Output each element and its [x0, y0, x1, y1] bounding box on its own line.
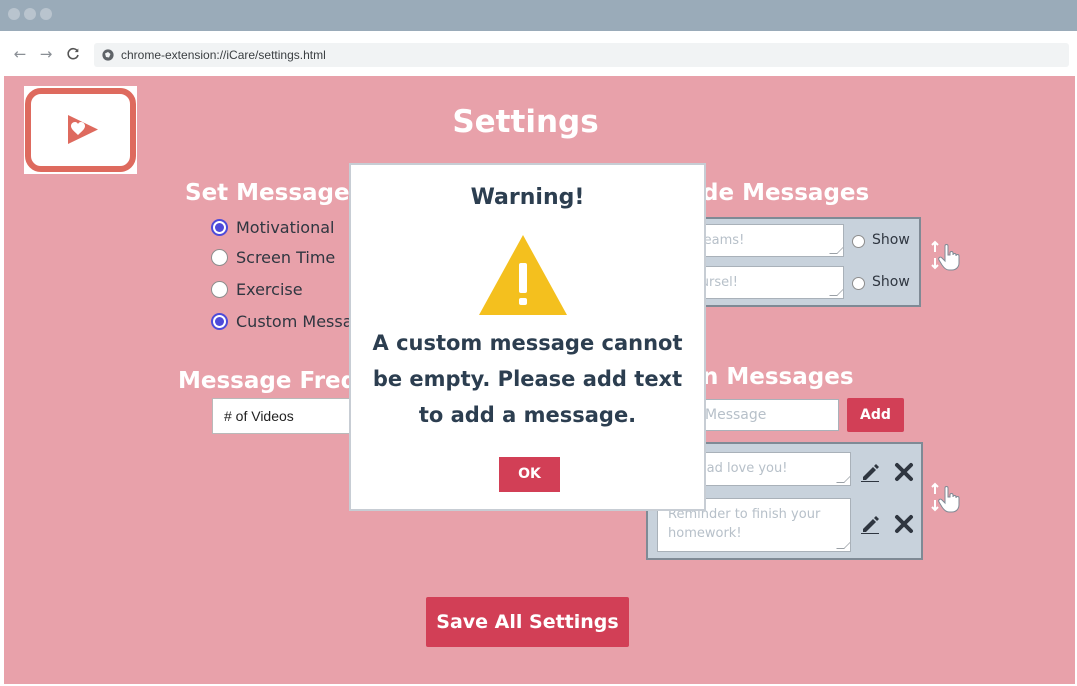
radio-button[interactable] — [211, 248, 228, 266]
browser-toolbar: ← → chrome-extension://iCare/settings.ht… — [0, 31, 1077, 76]
drag-hand-icon[interactable] — [930, 240, 964, 272]
reload-icon[interactable] — [64, 45, 82, 63]
window-titlebar — [0, 0, 1077, 31]
show-label: Show — [872, 232, 910, 248]
radio-option-motivational[interactable]: Motivational — [211, 216, 334, 238]
radio-option-screen-time[interactable]: Screen Time — [211, 246, 335, 268]
window-close-dot[interactable] — [8, 8, 20, 20]
add-message-button[interactable]: Add — [847, 398, 904, 432]
radio-button[interactable] — [211, 280, 228, 298]
edit-icon[interactable] — [860, 462, 880, 482]
show-radio[interactable] — [852, 277, 865, 290]
show-radio[interactable] — [852, 235, 865, 248]
settings-page: Settings Set Messages Motivational Scree… — [4, 76, 1075, 684]
forward-icon[interactable]: → — [37, 45, 55, 63]
radio-option-exercise[interactable]: Exercise — [211, 278, 303, 300]
radio-option-custom[interactable]: Custom Messa — [211, 310, 353, 332]
modal-title: Warning! — [470, 185, 585, 210]
radio-label: Screen Time — [236, 247, 336, 267]
delete-icon[interactable] — [894, 514, 914, 534]
custom-messages-heading: n Messages — [702, 364, 854, 390]
back-icon[interactable]: ← — [11, 45, 29, 63]
warning-icon — [479, 235, 567, 315]
window-maximize-dot[interactable] — [40, 8, 52, 20]
radio-label: Custom Messa — [236, 311, 353, 331]
warning-modal: Warning! A custom message cannot be empt… — [349, 163, 706, 511]
edit-icon[interactable] — [860, 514, 880, 534]
site-info-icon[interactable] — [102, 49, 114, 61]
set-messages-heading: Set Messages — [185, 180, 364, 206]
frequency-heading: Message Freq — [178, 368, 358, 394]
drag-hand-icon[interactable] — [930, 482, 964, 514]
new-message-input[interactable]: Message — [694, 399, 839, 431]
prebuilt-messages-heading: de Messages — [702, 180, 870, 206]
radio-button[interactable] — [211, 312, 228, 330]
window-minimize-dot[interactable] — [24, 8, 36, 20]
radio-label: Exercise — [236, 279, 303, 299]
radio-button[interactable] — [211, 218, 228, 236]
show-label: Show — [872, 274, 910, 290]
url-text: chrome-extension://iCare/settings.html — [121, 48, 326, 62]
ok-button[interactable]: OK — [499, 457, 560, 492]
frequency-select[interactable]: # of Videos — [212, 398, 372, 434]
page-title: Settings — [452, 104, 599, 140]
address-bar[interactable]: chrome-extension://iCare/settings.html — [94, 43, 1069, 67]
delete-icon[interactable] — [894, 462, 914, 482]
modal-message: A custom message cannot be empty. Please… — [372, 331, 683, 427]
save-all-settings-button[interactable]: Save All Settings — [426, 597, 629, 647]
radio-label: Motivational — [236, 217, 335, 237]
